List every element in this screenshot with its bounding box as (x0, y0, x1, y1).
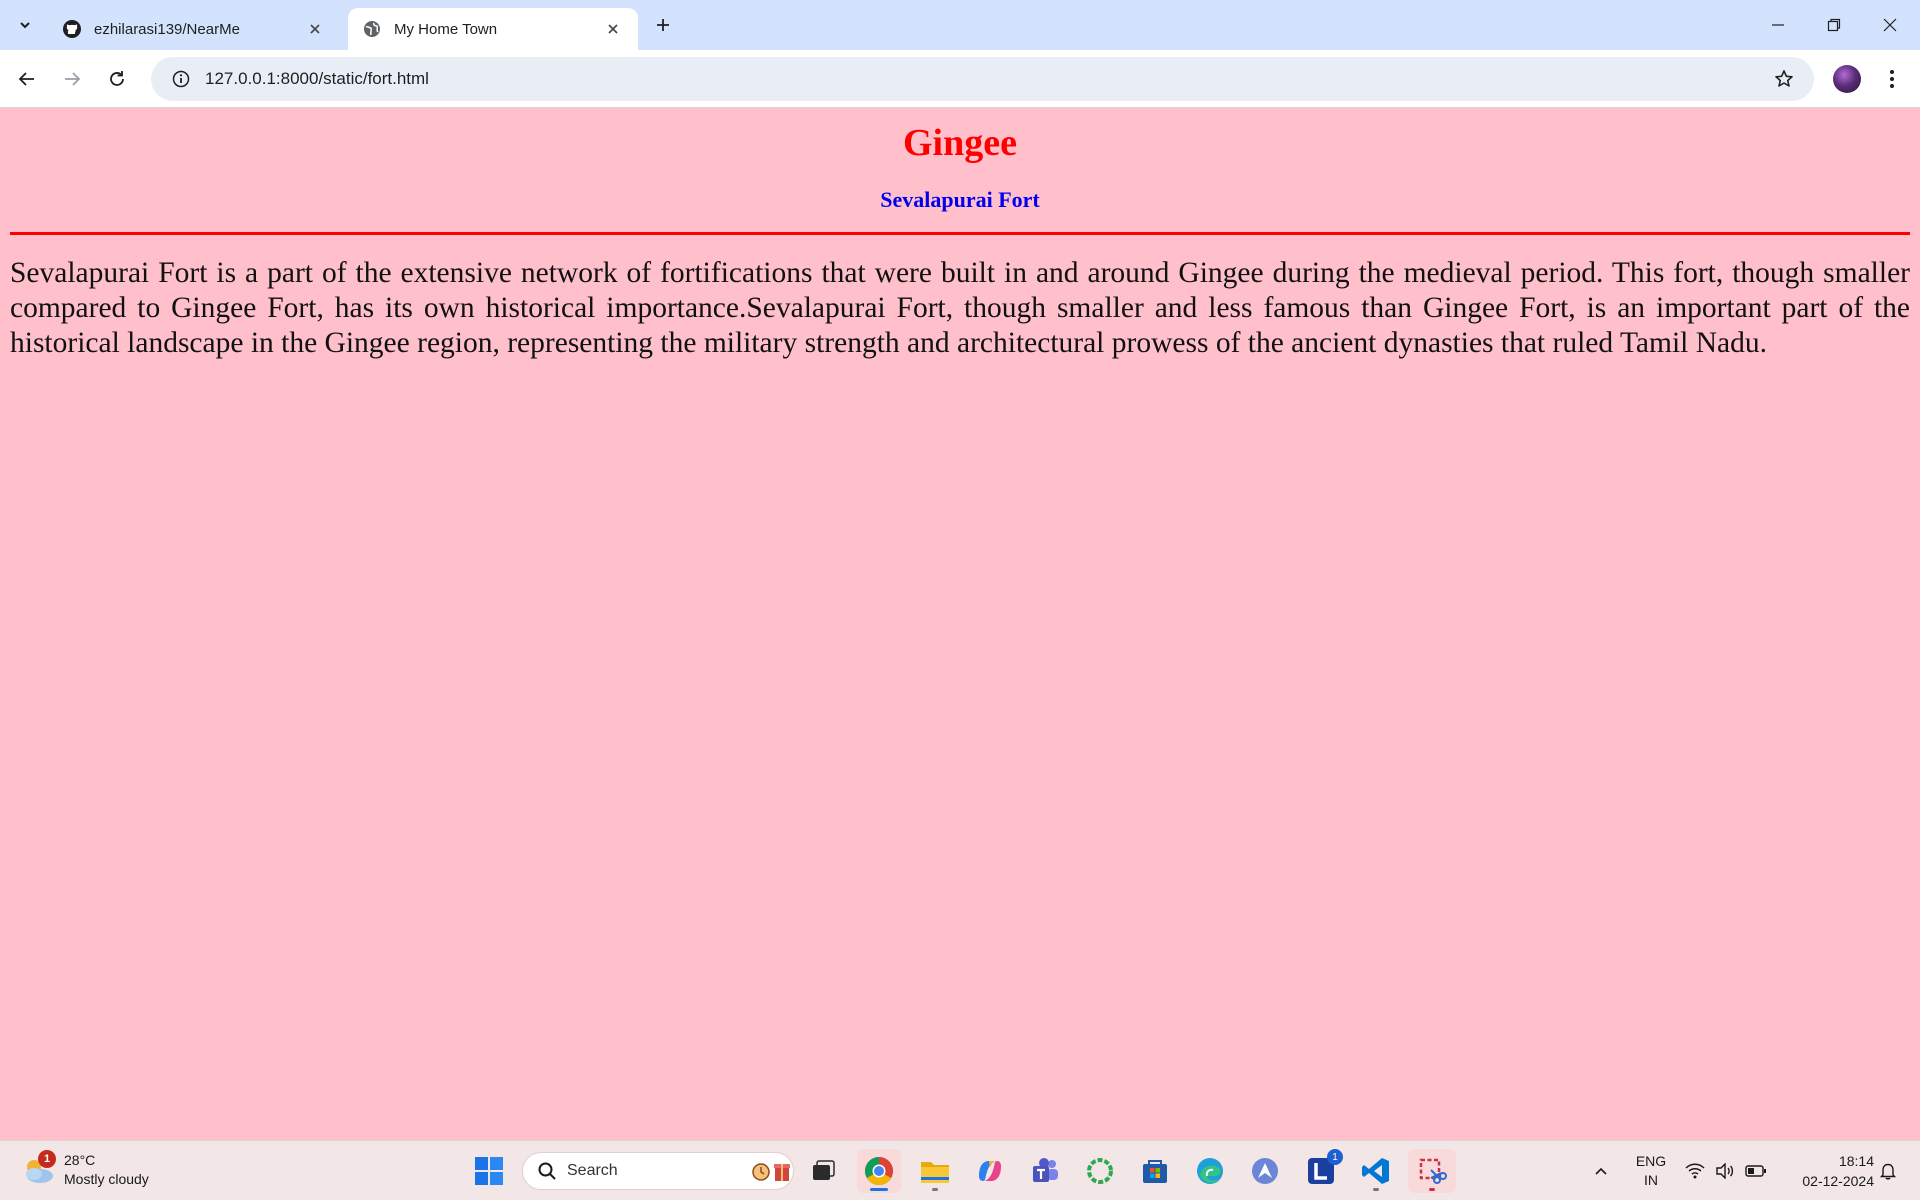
plus-icon (657, 19, 669, 31)
close-icon (310, 24, 320, 34)
battery-icon (1745, 1165, 1766, 1177)
vscode-icon (1362, 1158, 1389, 1184)
file-explorer-button[interactable] (913, 1149, 957, 1193)
reload-button[interactable] (101, 63, 133, 95)
search-highlight-icon (752, 1163, 790, 1181)
arrow-left-icon (18, 72, 34, 86)
chevron-down-icon (20, 22, 30, 29)
vscode-button[interactable] (1354, 1149, 1398, 1193)
clock-time: 18:14 (1838, 1153, 1874, 1169)
arrow-app-button[interactable] (1243, 1149, 1287, 1193)
close-window-button[interactable] (1862, 0, 1918, 50)
github-icon (62, 19, 82, 39)
web-page-content: Gingee Sevalapurai Fort Sevalapurai Fort… (0, 109, 1920, 1140)
site-info-icon[interactable] (161, 70, 201, 88)
microsoft-store-button[interactable] (1133, 1149, 1177, 1193)
windows-taskbar: 1 28°C Mostly cloudy Search 1 ENG IN 18:… (0, 1140, 1920, 1200)
reload-icon (110, 71, 124, 86)
url-text[interactable]: 127.0.0.1:8000/static/fort.html (205, 69, 1764, 89)
copilot-button[interactable] (968, 1149, 1012, 1193)
profile-avatar[interactable] (1833, 65, 1861, 93)
edge-icon (1197, 1158, 1223, 1184)
browser-menu-button[interactable] (1878, 65, 1906, 93)
folder-icon (921, 1162, 949, 1183)
weather-cloud-icon: 1 (20, 1150, 56, 1188)
windows-logo-icon (475, 1157, 503, 1185)
clock[interactable]: 18:14 02-12-2024 (1780, 1141, 1880, 1200)
edge-button[interactable] (1188, 1149, 1232, 1193)
tab-github[interactable]: ezhilarasi139/NearMe (48, 8, 340, 50)
chevron-up-icon (1595, 1167, 1607, 1175)
page-subheading: Sevalapurai Fort (880, 187, 1040, 212)
language-code: ENG (1635, 1153, 1667, 1169)
volume-icon (1716, 1163, 1734, 1179)
weather-badge: 1 (38, 1150, 56, 1168)
l-app-badge: 1 (1327, 1149, 1343, 1165)
clock-date: 02-12-2024 (1802, 1173, 1874, 1189)
weather-temp: 28°C (64, 1152, 96, 1168)
chrome-icon (865, 1157, 893, 1185)
search-icon (538, 1162, 556, 1180)
tab-search-button[interactable] (10, 10, 40, 40)
region-code: IN (1644, 1172, 1658, 1188)
tab-title: My Home Town (394, 20, 498, 38)
close-icon (1883, 18, 1897, 32)
snipping-tool-icon (1419, 1158, 1447, 1184)
close-icon (608, 24, 618, 34)
close-tab-button[interactable] (602, 18, 624, 40)
page-heading: Gingee (903, 122, 1017, 164)
forward-button[interactable] (56, 63, 88, 95)
address-bar[interactable]: 127.0.0.1:8000/static/fort.html (151, 57, 1814, 101)
teams-icon (1033, 1158, 1058, 1182)
close-tab-button[interactable] (304, 18, 326, 40)
quick-settings-button[interactable] (1684, 1141, 1768, 1200)
globe-icon (362, 19, 382, 39)
more-vertical-icon (1890, 70, 1894, 88)
bell-icon (1879, 1163, 1897, 1180)
weather-widget[interactable]: 1 28°C Mostly cloudy (20, 1150, 149, 1189)
green-ring-icon (1087, 1158, 1113, 1184)
new-tab-button[interactable] (650, 12, 676, 38)
restore-icon (1827, 18, 1841, 32)
task-view-button[interactable] (801, 1149, 845, 1193)
green-ring-app-button[interactable] (1078, 1149, 1122, 1193)
back-button[interactable] (11, 63, 43, 95)
browser-toolbar: 127.0.0.1:8000/static/fort.html (0, 50, 1920, 108)
tab-my-home-town[interactable]: My Home Town (348, 8, 638, 50)
app-arrow-icon (1252, 1158, 1278, 1184)
chrome-taskbar-button[interactable] (857, 1149, 901, 1193)
l-app-button[interactable]: 1 (1299, 1149, 1343, 1193)
notifications-button[interactable] (1870, 1141, 1906, 1200)
search-label: Search (567, 1162, 618, 1179)
copilot-icon (979, 1161, 1001, 1181)
browser-tab-strip: ezhilarasi139/NearMe My Home Town (0, 0, 1920, 50)
task-view-icon (813, 1160, 835, 1180)
weather-condition: Mostly cloudy (64, 1171, 149, 1187)
wifi-icon (1685, 1163, 1705, 1179)
arrow-right-icon (65, 72, 81, 86)
horizontal-rule (10, 232, 1910, 235)
minimize-icon (1772, 24, 1784, 26)
teams-button[interactable] (1023, 1149, 1067, 1193)
restore-button[interactable] (1806, 0, 1862, 50)
tab-title: ezhilarasi139/NearMe (94, 20, 240, 38)
bookmark-star-icon[interactable] (1764, 69, 1804, 89)
start-button[interactable] (467, 1149, 511, 1193)
language-indicator[interactable]: ENG IN (1625, 1141, 1677, 1200)
snipping-tool-button[interactable] (1408, 1149, 1456, 1193)
taskbar-search[interactable]: Search (522, 1152, 794, 1190)
fort-description: Sevalapurai Fort is a part of the extens… (10, 257, 1910, 359)
store-icon (1143, 1160, 1167, 1183)
minimize-button[interactable] (1750, 0, 1806, 50)
show-hidden-icons-button[interactable] (1585, 1141, 1617, 1200)
